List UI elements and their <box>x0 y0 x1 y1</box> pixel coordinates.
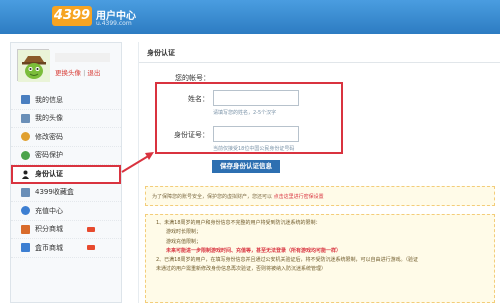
box-icon <box>21 187 30 197</box>
header-bar: 4399 用户中心 u.4399.com <box>0 0 500 34</box>
sidebar-item-boxcoin-mall[interactable]: 盒币商城 <box>11 239 121 258</box>
sidebar-item-password-protection[interactable]: 密码保护 <box>11 147 121 165</box>
sidebar-item-label: 4399收藏盒 <box>35 188 74 197</box>
logout-link[interactable]: 退出 <box>87 69 100 77</box>
sidebar-item-points-mall[interactable]: 积分商城 <box>11 221 121 239</box>
site-url: u.4399.com <box>96 20 132 27</box>
avatar[interactable] <box>17 49 50 82</box>
notice-line: 2、已满18周岁的用户，在填写身份信息并且通过公安机关验证后，将不受防沉迷系统限… <box>156 257 419 264</box>
id-number-hint: 当前仅接受18位中国公民身份证号码 <box>213 146 295 152</box>
name-hint: 请填写您的姓名，2-5个汉字 <box>213 110 277 116</box>
title-divider <box>139 62 500 63</box>
password-protection-link[interactable]: 点击这里进行密保设置 <box>274 194 324 200</box>
sidebar-item-label: 积分商城 <box>35 225 63 234</box>
logo[interactable]: 4399 <box>52 6 92 26</box>
security-notice-text: 为了保障您的账号安全，保护您的虚拟财产，您还可以 <box>152 194 274 200</box>
sidebar-item-recharge-center[interactable]: 充值中心 <box>11 202 121 221</box>
sidebar-nav: 我的信息 我的头像 修改密码 密码保护 身份认证 4399收藏盒 充值中心 积分… <box>11 91 121 258</box>
notice-line: 1、未满18周岁的用户和身份信息不完整的用户将受到防沉迷系统的限制： <box>156 220 321 226</box>
sidebar-item-label: 我的信息 <box>35 95 63 104</box>
user-box: 更换头像 | 退出 <box>11 43 121 87</box>
notice-line: 未通过的用户需重新修改身份信息再次验证，否则将被纳入防沉迷系统管理） <box>156 266 327 273</box>
change-avatar-link[interactable]: 更换头像 <box>55 69 81 77</box>
main-content: 身份认证 您的帐号： 姓名： 请填写您的姓名，2-5个汉字 身份证号： 当前仅接… <box>138 42 500 303</box>
save-identity-button[interactable]: 保存身份认证信息 <box>212 160 280 173</box>
coin-icon <box>21 206 30 216</box>
sidebar-item-label: 身份认证 <box>35 170 63 179</box>
sidebar-item-collection-box[interactable]: 4399收藏盒 <box>11 184 121 202</box>
sidebar-item-my-avatar[interactable]: 我的头像 <box>11 110 121 128</box>
security-notice: 为了保障您的账号安全，保护您的虚拟财产，您还可以 点击这里进行密保设置 <box>145 186 495 206</box>
page-title: 身份认证 <box>147 49 175 57</box>
notice-line: 游戏充值限制； <box>166 238 202 245</box>
id-number-input[interactable] <box>213 126 299 142</box>
sidebar-item-label: 密码保护 <box>35 151 63 160</box>
sidebar-item-change-password[interactable]: 修改密码 <box>11 128 121 147</box>
sidebar-item-label: 我的头像 <box>35 114 63 123</box>
username-placeholder <box>55 53 110 62</box>
boxcoin-icon <box>21 243 30 253</box>
sidebar: 更换头像 | 退出 我的信息 我的头像 修改密码 密码保护 身份认证 4399收… <box>10 42 122 303</box>
sidebar-item-my-info[interactable]: 我的信息 <box>11 91 121 110</box>
sidebar-item-label: 盒币商城 <box>35 243 63 252</box>
user-info-icon <box>21 95 30 105</box>
anti-addiction-notice: 1、未满18周岁的用户和身份信息不完整的用户将受到防沉迷系统的限制： 游戏时长限… <box>145 214 495 303</box>
key-icon <box>21 132 30 142</box>
person-icon <box>21 170 30 179</box>
sidebar-item-label: 修改密码 <box>35 132 63 141</box>
sidebar-item-identity-verification[interactable]: 身份认证 <box>11 165 121 184</box>
user-links: 更换头像 | 退出 <box>55 67 100 77</box>
shield-icon <box>21 150 30 160</box>
notice-line: 游戏时长限制； <box>166 229 202 236</box>
identity-form-highlight: 姓名： 请填写您的姓名，2-5个汉字 身份证号： 当前仅接受18位中国公民身份证… <box>155 82 343 154</box>
link-separator: | <box>83 69 86 77</box>
notice-line-warning: 未来可能进一步限制游戏时间、充值等，甚至无法登录（所有游戏均可能一样） <box>166 247 342 254</box>
points-icon <box>21 224 30 234</box>
sidebar-item-label: 充值中心 <box>35 206 63 215</box>
avatar-icon <box>21 113 30 123</box>
name-input[interactable] <box>213 90 299 106</box>
hot-badge <box>87 226 95 232</box>
name-label: 姓名： <box>188 95 209 103</box>
id-number-label: 身份证号： <box>174 131 209 139</box>
hot-badge <box>87 245 95 251</box>
